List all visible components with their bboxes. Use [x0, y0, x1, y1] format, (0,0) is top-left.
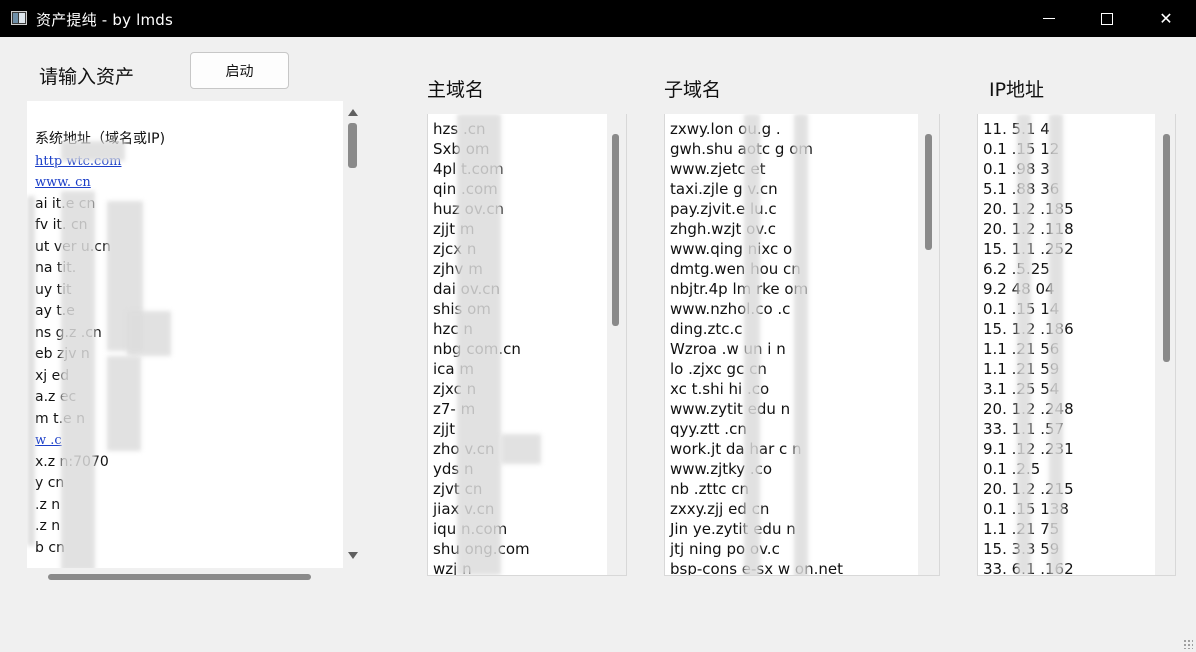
minimize-button[interactable] — [1020, 0, 1078, 37]
ip-label: IP地址 — [989, 79, 1045, 101]
redaction-blur — [107, 356, 141, 451]
domain-list-frame — [427, 114, 627, 576]
scroll-down-icon[interactable] — [348, 552, 358, 559]
window-title: 资产提纯 - by lmds — [36, 11, 174, 29]
input-line: .z n — [35, 495, 165, 517]
input-line: x.z n:7070 — [35, 452, 165, 474]
ip-list-frame — [977, 114, 1176, 576]
input-line: www. cn — [35, 172, 165, 194]
domain-label: 主域名 — [427, 79, 485, 101]
input-line: y cn — [35, 473, 165, 495]
input-line: fv it. cn — [35, 215, 165, 237]
redaction-blur — [127, 311, 171, 356]
input-line: ut ver u.cn — [35, 237, 165, 259]
redaction-blur — [61, 191, 95, 568]
asset-input-textarea[interactable]: 系统地址（域名或IP)http wtc.comwww. cnai it.e cn… — [27, 101, 343, 568]
input-line: m t.e n — [35, 409, 165, 431]
input-line: a.z ec — [35, 387, 165, 409]
domain-scrollbar-thumb[interactable] — [612, 134, 619, 326]
input-horizontal-scroll-thumb[interactable] — [48, 574, 311, 580]
input-link[interactable]: w .c — [35, 433, 62, 448]
input-vertical-scrollbar[interactable] — [343, 101, 362, 568]
input-line: ai it.e cn — [35, 194, 165, 216]
close-button[interactable]: ✕ — [1137, 0, 1195, 37]
close-icon: ✕ — [1159, 9, 1173, 28]
input-text: .z n — [35, 518, 61, 534]
input-link[interactable]: www. cn — [35, 175, 91, 190]
subdomain-scrollbar-thumb[interactable] — [925, 134, 932, 250]
title-bar: 资产提纯 - by lmds ✕ — [0, 0, 1196, 37]
subdomain-list-frame — [664, 114, 940, 576]
input-line: uy tit — [35, 280, 165, 302]
input-line: na tit. — [35, 258, 165, 280]
input-line: xj ed — [35, 366, 165, 388]
maximize-icon — [1101, 13, 1113, 25]
input-line: b cn — [35, 538, 165, 560]
start-button[interactable]: 启动 — [190, 52, 289, 89]
input-text: .z n — [35, 496, 61, 513]
minimize-icon — [1043, 18, 1055, 19]
input-line: w .c — [35, 430, 165, 452]
input-line: .z n — [35, 516, 165, 538]
scrollbar-thumb[interactable] — [348, 123, 357, 168]
app-window-icon — [11, 11, 27, 25]
maximize-button[interactable] — [1078, 0, 1136, 37]
redaction-blur — [27, 196, 35, 546]
input-label: 请输入资产 — [39, 66, 135, 88]
input-text: y cn — [35, 475, 65, 491]
redaction-blur — [61, 141, 125, 161]
ip-scrollbar-thumb[interactable] — [1163, 134, 1170, 362]
subdomain-label: 子域名 — [664, 79, 722, 101]
scroll-up-icon[interactable] — [348, 109, 358, 116]
resize-grip[interactable] — [1183, 639, 1193, 649]
